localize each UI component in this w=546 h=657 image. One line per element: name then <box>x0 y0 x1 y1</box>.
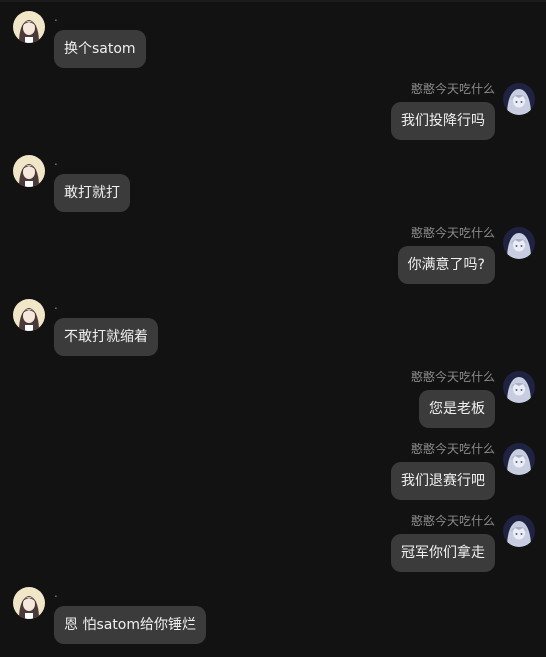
sender-name: . <box>54 154 58 168</box>
message-bubble[interactable]: 我们投降行吗 <box>391 102 495 140</box>
message-bubble[interactable]: 敢打就打 <box>54 174 130 212</box>
message-bubble[interactable]: 不敢打就缩着 <box>54 318 158 356</box>
avatar[interactable] <box>503 227 535 259</box>
message-row: 憨憨今天吃什么 你满意了吗? <box>0 226 546 297</box>
sender-name: 憨憨今天吃什么 <box>410 82 495 96</box>
sender-name: 憨憨今天吃什么 <box>410 370 495 384</box>
message-row: 憨憨今天吃什么 冠军你们拿走 <box>0 514 546 585</box>
message-row: 憨憨今天吃什么 我们退赛行吧 <box>0 442 546 513</box>
chat-message-list: . 换个satom 憨憨今天吃什么 我们投降行吗 . 敢打就打 憨憨今天吃什么 … <box>0 0 546 650</box>
sender-name: 憨憨今天吃什么 <box>410 514 495 528</box>
avatar[interactable] <box>13 299 45 331</box>
message-row: 憨憨今天吃什么 我们投降行吗 <box>0 82 546 153</box>
message-row: . 换个satom <box>0 10 546 81</box>
sender-name: . <box>54 10 58 24</box>
avatar[interactable] <box>13 11 45 43</box>
avatar[interactable] <box>13 155 45 187</box>
message-bubble[interactable]: 您是老板 <box>419 390 495 428</box>
avatar[interactable] <box>503 515 535 547</box>
message-bubble[interactable]: 我们退赛行吧 <box>391 462 495 500</box>
message-row: . 不敢打就缩着 <box>0 298 546 369</box>
sender-name: . <box>54 298 58 312</box>
sender-name: 憨憨今天吃什么 <box>410 226 495 240</box>
avatar[interactable] <box>503 83 535 115</box>
avatar[interactable] <box>13 587 45 619</box>
message-row: 憨憨今天吃什么 您是老板 <box>0 370 546 441</box>
message-bubble[interactable]: 换个satom <box>54 30 146 68</box>
message-bubble[interactable]: 你满意了吗? <box>397 246 495 284</box>
avatar[interactable] <box>503 443 535 475</box>
message-row: . 恩 怕satom给你锤烂 <box>0 586 546 657</box>
avatar[interactable] <box>503 371 535 403</box>
message-bubble[interactable]: 冠军你们拿走 <box>391 534 495 572</box>
sender-name: . <box>54 586 58 600</box>
message-row: . 敢打就打 <box>0 154 546 225</box>
message-bubble[interactable]: 恩 怕satom给你锤烂 <box>54 606 207 644</box>
sender-name: 憨憨今天吃什么 <box>410 442 495 456</box>
